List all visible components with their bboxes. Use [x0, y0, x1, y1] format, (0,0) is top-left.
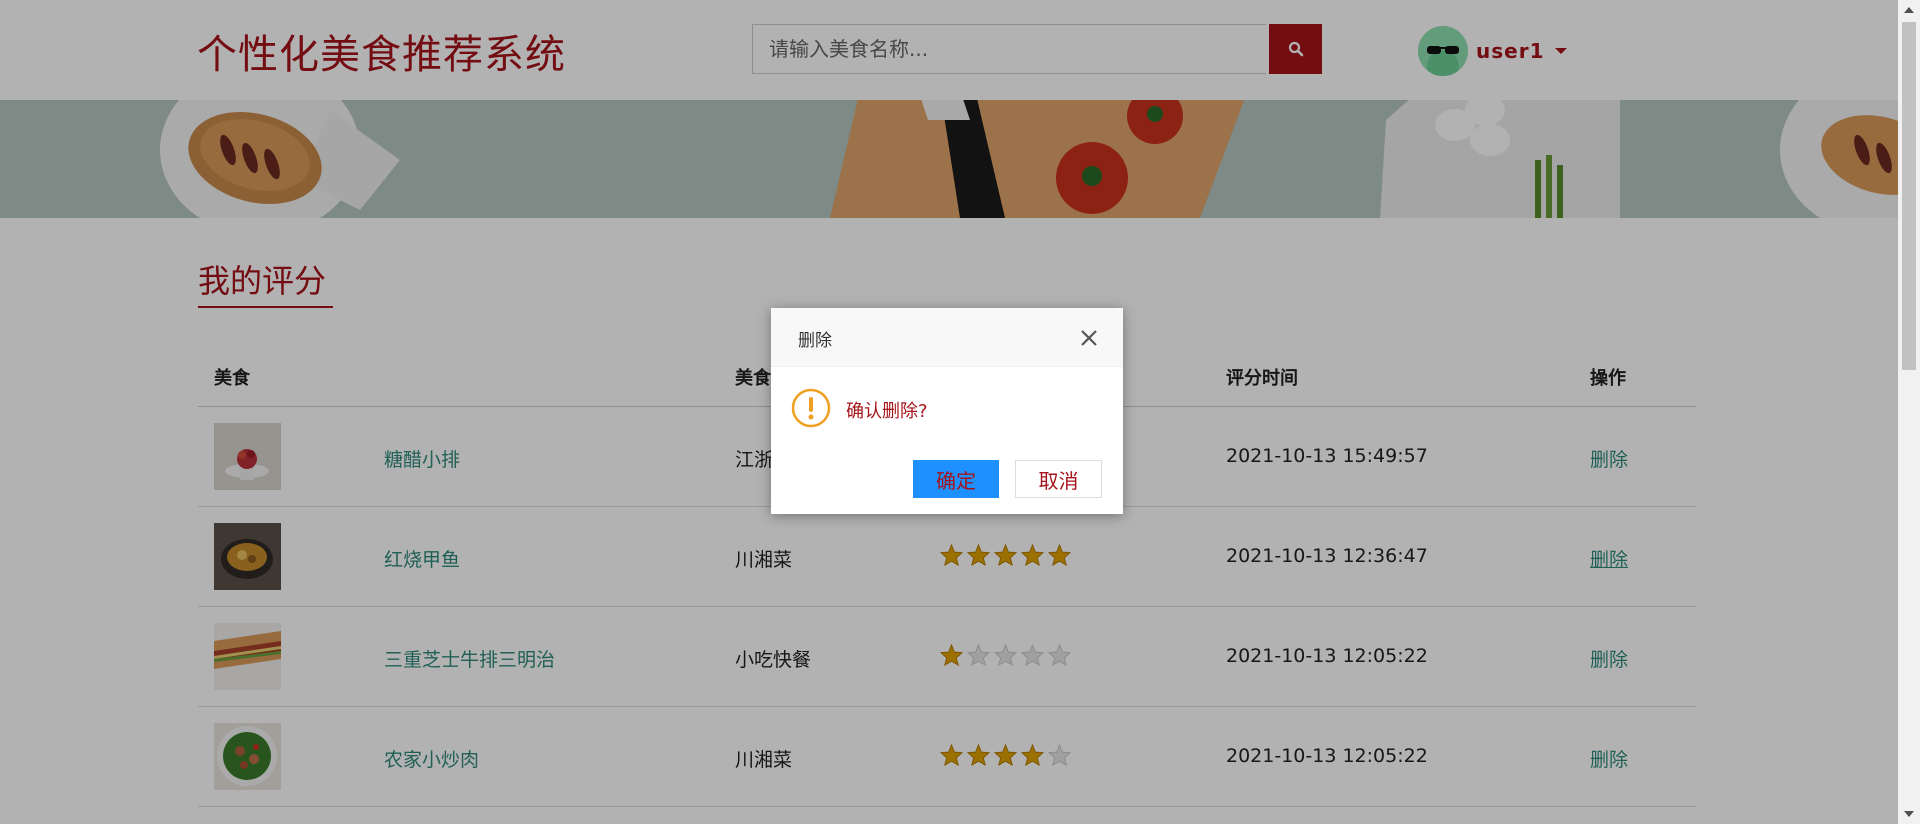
- cancel-button[interactable]: 取消: [1015, 460, 1102, 498]
- scrollbar-thumb[interactable]: [1902, 22, 1916, 370]
- dialog-header: 删除: [771, 308, 1123, 367]
- delete-confirm-dialog: 删除 确认删除? 确定 取消: [771, 308, 1123, 514]
- warning-icon: [791, 388, 831, 428]
- scroll-down-arrow-icon[interactable]: [1904, 811, 1914, 817]
- dialog-message: 确认删除?: [846, 401, 928, 422]
- page: 个性化美食推荐系统 user1: [0, 0, 1898, 824]
- scroll-up-arrow-icon[interactable]: [1904, 7, 1914, 13]
- confirm-button[interactable]: 确定: [913, 460, 999, 498]
- dialog-title: 删除: [798, 331, 832, 351]
- vertical-scrollbar[interactable]: [1898, 0, 1920, 824]
- close-icon[interactable]: [1079, 328, 1099, 348]
